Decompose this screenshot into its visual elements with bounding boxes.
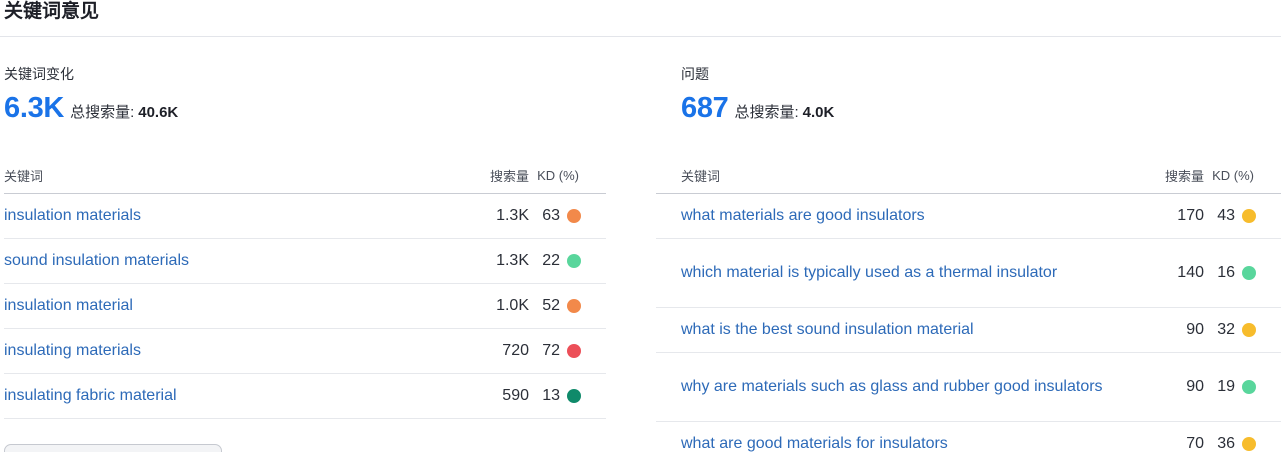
total-volume-value: 4.0K xyxy=(802,104,835,121)
kd-indicator-icon xyxy=(1242,266,1256,280)
keyword-variations-summary: 6.3K 总搜索量: 40.6K xyxy=(4,92,606,126)
table-row: insulating materials 720 72 xyxy=(4,329,606,374)
search-volume: 1.3K xyxy=(496,252,529,269)
keyword-difficulty: 16 xyxy=(1204,264,1281,282)
table-row: insulation material 1.0K 52 xyxy=(4,284,606,329)
table-header: 关键词 搜索量 KD (%) xyxy=(656,157,1281,194)
questions-label[interactable]: 问题 xyxy=(681,64,1281,84)
questions-summary: 687 总搜索量: 4.0K xyxy=(681,92,1281,126)
keyword-link[interactable]: insulation materials xyxy=(4,204,459,228)
kd-indicator-icon xyxy=(567,344,581,358)
keyword-link[interactable]: which material is typically used as a th… xyxy=(681,261,1134,285)
keyword-variations-table: 关键词 搜索量 KD (%) insulation materials 1.3K 6… xyxy=(4,157,606,419)
table-row: what is the best sound insulation materi… xyxy=(656,308,1281,353)
kd-indicator-icon xyxy=(1242,323,1256,337)
column-header-volume[interactable]: 搜索量 xyxy=(459,166,529,185)
keyword-difficulty: 19 xyxy=(1204,378,1281,396)
table-row: insulation materials 1.3K 63 xyxy=(4,194,606,239)
kd-indicator-icon xyxy=(567,389,581,403)
table-row: what materials are good insulators 170 43 xyxy=(656,194,1281,239)
keyword-difficulty: 43 xyxy=(1204,207,1281,225)
kd-indicator-icon xyxy=(567,254,581,268)
table-row: which material is typically used as a th… xyxy=(656,239,1281,308)
keyword-variations-label[interactable]: 关键词变化 xyxy=(4,64,606,84)
keyword-link[interactable]: what are good materials for insulators xyxy=(681,432,1134,452)
keyword-link[interactable]: what materials are good insulators xyxy=(681,204,1134,228)
keyword-difficulty: 52 xyxy=(529,297,606,315)
column-header-keyword: 关键词 xyxy=(681,168,721,184)
kd-value: 19 xyxy=(1217,378,1235,395)
top-divider xyxy=(0,36,1281,37)
search-volume: 90 xyxy=(1186,378,1204,395)
keyword-link[interactable]: insulation material xyxy=(4,294,459,318)
table-body: insulation materials 1.3K 63 sound insulati… xyxy=(4,194,606,419)
search-volume: 170 xyxy=(1177,207,1204,224)
keyword-difficulty: 63 xyxy=(529,207,606,225)
total-volume-label: 总搜索量: xyxy=(734,104,799,121)
keyword-difficulty: 36 xyxy=(1204,435,1281,452)
total-volume-value: 40.6K xyxy=(138,104,179,121)
keyword-link[interactable]: what is the best sound insulation materi… xyxy=(681,318,1134,342)
total-volume-label: 总搜索量: xyxy=(70,104,135,121)
questions-table: 关键词 搜索量 KD (%) what materials are good i… xyxy=(656,157,1281,452)
kd-value: 36 xyxy=(1217,435,1235,452)
table-row: insulating fabric material 590 13 xyxy=(4,374,606,419)
table-row: sound insulation materials 1.3K 22 xyxy=(4,239,606,284)
kd-indicator-icon xyxy=(1242,437,1256,451)
kd-value: 16 xyxy=(1217,264,1235,281)
kd-value: 22 xyxy=(542,252,560,269)
kd-value: 32 xyxy=(1217,321,1235,338)
keyword-link[interactable]: sound insulation materials xyxy=(4,249,459,273)
keyword-link[interactable]: why are materials such as glass and rubb… xyxy=(681,375,1134,399)
kd-indicator-icon xyxy=(567,299,581,313)
column-header-kd[interactable]: KD (%) xyxy=(1204,168,1281,183)
table-body: what materials are good insulators 170 43 w… xyxy=(656,194,1281,452)
kd-value: 52 xyxy=(542,297,560,314)
section-title: 关键词意见 xyxy=(4,1,100,22)
search-volume: 70 xyxy=(1186,435,1204,452)
search-volume: 720 xyxy=(502,342,529,359)
view-all-keywords-button[interactable] xyxy=(4,444,222,452)
keyword-variations-count[interactable]: 6.3K xyxy=(4,92,64,125)
keyword-link[interactable]: insulating materials xyxy=(4,339,459,363)
search-volume: 1.0K xyxy=(496,297,529,314)
keyword-difficulty: 22 xyxy=(529,252,606,270)
keyword-variations-panel: 关键词变化 6.3K 总搜索量: 40.6K 关键词 搜索量 KD (%) in… xyxy=(4,64,606,419)
kd-value: 43 xyxy=(1217,207,1235,224)
kd-value: 13 xyxy=(542,387,560,404)
keyword-link[interactable]: insulating fabric material xyxy=(4,384,459,408)
keyword-difficulty: 72 xyxy=(529,342,606,360)
column-header-volume[interactable]: 搜索量 xyxy=(1134,166,1204,185)
kd-indicator-icon xyxy=(1242,209,1256,223)
kd-indicator-icon xyxy=(567,209,581,223)
table-header: 关键词 搜索量 KD (%) xyxy=(4,157,606,194)
keyword-difficulty: 13 xyxy=(529,387,606,405)
kd-indicator-icon xyxy=(1242,380,1256,394)
column-header-kd[interactable]: KD (%) xyxy=(529,168,606,183)
search-volume: 140 xyxy=(1177,264,1204,281)
column-header-keyword: 关键词 xyxy=(4,168,44,184)
questions-panel: 问题 687 总搜索量: 4.0K 关键词 搜索量 KD (%) what ma… xyxy=(656,64,1281,452)
questions-count[interactable]: 687 xyxy=(681,92,729,125)
search-volume: 90 xyxy=(1186,321,1204,338)
kd-value: 63 xyxy=(542,207,560,224)
search-volume: 1.3K xyxy=(496,207,529,224)
keyword-difficulty: 32 xyxy=(1204,321,1281,339)
table-row: why are materials such as glass and rubb… xyxy=(656,353,1281,422)
kd-value: 72 xyxy=(542,342,560,359)
table-row: what are good materials for insulators 70… xyxy=(656,422,1281,452)
search-volume: 590 xyxy=(502,387,529,404)
